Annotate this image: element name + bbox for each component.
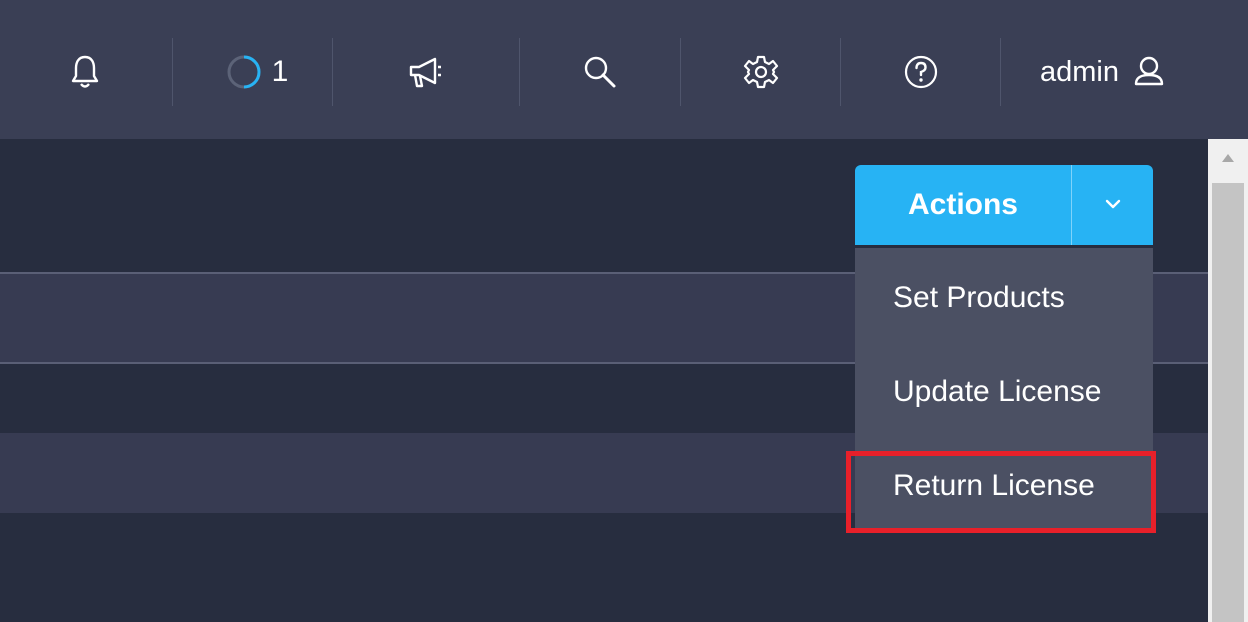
header-separator — [172, 38, 173, 106]
gear-icon — [743, 54, 779, 90]
vertical-scrollbar[interactable] — [1208, 139, 1248, 622]
help-icon — [903, 54, 939, 90]
bell-icon — [70, 54, 100, 90]
settings-button[interactable] — [728, 38, 794, 106]
tasks-button[interactable]: 1 — [212, 38, 302, 106]
actions-button[interactable]: Actions — [855, 165, 1153, 245]
user-menu-button[interactable]: admin — [1040, 38, 1240, 106]
scroll-thumb[interactable] — [1212, 183, 1244, 622]
header-separator — [332, 38, 333, 106]
menu-item-return-license[interactable]: Return License — [855, 439, 1153, 533]
announcements-button[interactable] — [390, 38, 460, 106]
actions-dropdown-toggle[interactable] — [1072, 165, 1153, 245]
header-separator — [519, 38, 520, 106]
chevron-down-icon — [1105, 196, 1121, 214]
user-name: admin — [1040, 55, 1119, 88]
actions-button-label[interactable]: Actions — [855, 165, 1071, 245]
scroll-up-button[interactable] — [1208, 139, 1248, 179]
tasks-count: 1 — [271, 55, 289, 88]
notifications-button[interactable] — [55, 38, 115, 106]
user-icon — [1131, 54, 1167, 90]
search-button[interactable] — [568, 38, 632, 106]
menu-item-update-license[interactable]: Update License — [855, 345, 1153, 439]
top-header-bar: 1 admin — [0, 0, 1248, 139]
task-spinner-icon — [226, 54, 262, 90]
help-button[interactable] — [888, 38, 954, 106]
actions-dropdown-menu: Set Products Update License Return Licen… — [855, 248, 1153, 531]
megaphone-icon — [407, 55, 443, 89]
triangle-up-icon — [1221, 150, 1235, 168]
header-separator — [840, 38, 841, 106]
menu-item-set-products[interactable]: Set Products — [855, 251, 1153, 345]
header-separator — [1000, 38, 1001, 106]
app-screen: 1 admin Actions Set Products Update Lice… — [0, 0, 1248, 622]
search-icon — [582, 54, 618, 90]
header-separator — [680, 38, 681, 106]
